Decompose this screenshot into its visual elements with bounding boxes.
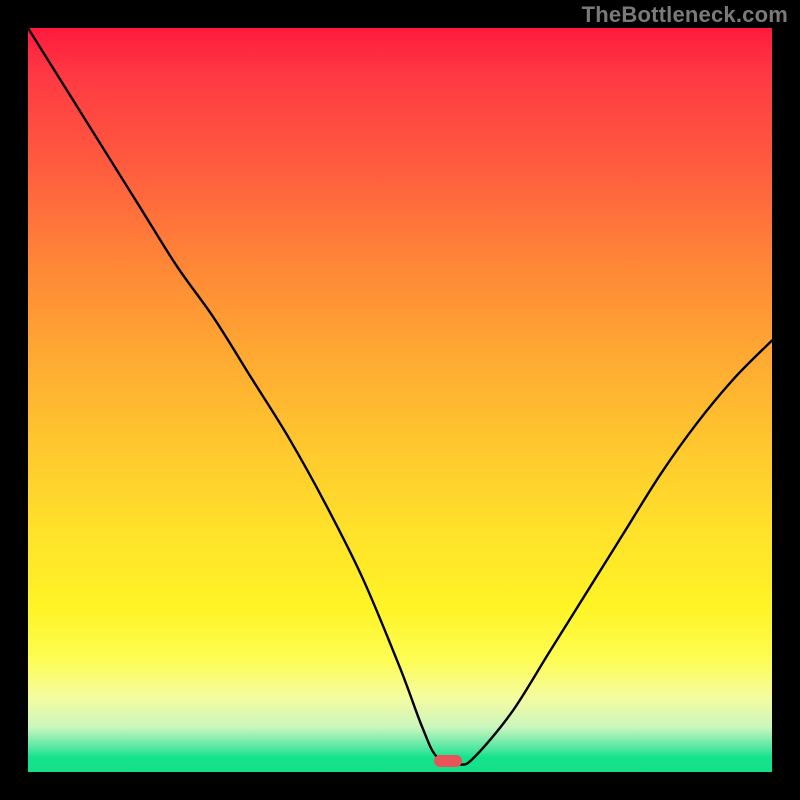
min-marker <box>434 755 462 767</box>
plot-area <box>28 28 772 772</box>
chart-frame: TheBottleneck.com <box>0 0 800 800</box>
watermark-text: TheBottleneck.com <box>582 2 788 28</box>
curve-svg <box>28 28 772 772</box>
bottleneck-curve <box>28 28 772 765</box>
